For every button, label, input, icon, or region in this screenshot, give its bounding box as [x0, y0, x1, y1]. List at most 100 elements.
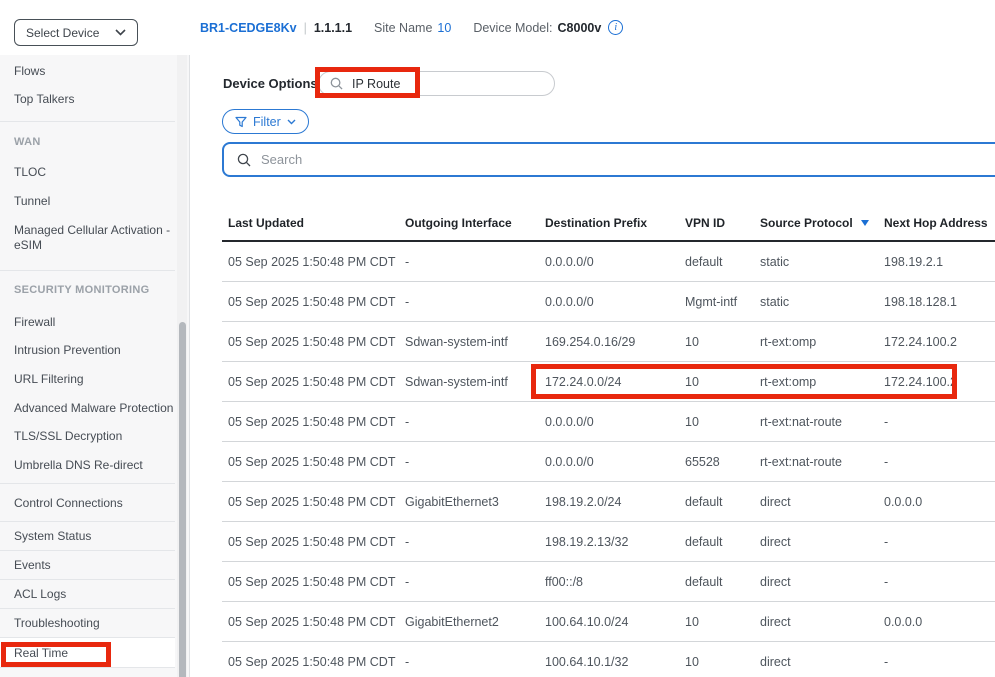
search-icon [330, 77, 343, 90]
sidebar-item-tloc[interactable]: TLOC [14, 165, 46, 179]
table-row: 05 Sep 2025 1:50:48 PM CDT - 0.0.0.0/0 1… [222, 402, 995, 442]
sidebar-item-managed-cellular-esim[interactable]: Managed Cellular Activation - eSIM [14, 223, 190, 253]
sidebar-section-security-monitoring: SECURITY MONITORING [14, 284, 149, 296]
sidebar-item-system-status[interactable]: System Status [0, 521, 175, 550]
sidebar-scrollbar-thumb[interactable] [179, 322, 186, 677]
sort-descending-icon [861, 220, 869, 226]
cell-last-updated: 05 Sep 2025 1:50:48 PM CDT [228, 415, 405, 429]
cell-last-updated: 05 Sep 2025 1:50:48 PM CDT [228, 295, 405, 309]
select-device-label: Select Device [26, 26, 99, 40]
cell-destination-prefix: 100.64.10.0/24 [545, 615, 685, 629]
cell-last-updated: 05 Sep 2025 1:50:48 PM CDT [228, 375, 405, 389]
sidebar-item-real-time[interactable]: Real Time [0, 637, 175, 667]
cell-outgoing-interface: GigabitEthernet2 [405, 615, 545, 629]
cell-vpn-id: default [685, 495, 760, 509]
cell-next-hop-address: 172.24.100.2 [884, 375, 995, 389]
cell-outgoing-interface: GigabitEthernet3 [405, 495, 545, 509]
device-options-search-input[interactable]: IP Route [318, 71, 555, 96]
cell-destination-prefix: 100.64.10.1/32 [545, 655, 685, 669]
cell-destination-prefix: ff00::/8 [545, 575, 685, 589]
cell-source-protocol: direct [760, 495, 884, 509]
top-header: Select Device BR1-CEDGE8Kv | 1.1.1.1 Sit… [0, 0, 995, 55]
cell-vpn-id: 10 [685, 375, 760, 389]
search-placeholder: Search [261, 152, 302, 167]
sidebar-item-advanced-malware-protection[interactable]: Advanced Malware Protection [14, 401, 173, 415]
table-header-row: Last Updated Outgoing Interface Destinat… [222, 205, 995, 242]
sidebar-item-intrusion-prevention[interactable]: Intrusion Prevention [14, 343, 121, 357]
device-model-label: Device Model: [473, 21, 552, 35]
cell-vpn-id: default [685, 575, 760, 589]
sidebar-item-firewall[interactable]: Firewall [14, 315, 55, 329]
info-icon[interactable]: i [608, 20, 623, 35]
cell-next-hop-address: 0.0.0.0 [884, 495, 995, 509]
cell-vpn-id: 10 [685, 415, 760, 429]
cell-destination-prefix: 169.254.0.16/29 [545, 335, 685, 349]
table-row: 05 Sep 2025 1:50:48 PM CDT - 0.0.0.0/0 M… [222, 282, 995, 322]
filter-button-label: Filter [253, 115, 281, 129]
sidebar-item-troubleshooting[interactable]: Troubleshooting [0, 608, 175, 637]
device-options-label: Device Options: [223, 76, 322, 91]
routes-table: Last Updated Outgoing Interface Destinat… [222, 205, 995, 677]
cell-destination-prefix: 198.19.2.0/24 [545, 495, 685, 509]
device-options-query: IP Route [352, 77, 400, 91]
sidebar-item-url-filtering[interactable]: URL Filtering [14, 372, 84, 386]
app-window: Select Device BR1-CEDGE8Kv | 1.1.1.1 Sit… [0, 0, 995, 677]
sidebar-item-flows[interactable]: Flows [14, 64, 45, 78]
cell-vpn-id: 65528 [685, 455, 760, 469]
sidebar-item-control-connections[interactable]: Control Connections [0, 483, 175, 521]
column-header-destination-prefix[interactable]: Destination Prefix [545, 216, 685, 230]
cell-vpn-id: Mgmt-intf [685, 295, 760, 309]
chevron-down-icon [287, 119, 296, 125]
cell-source-protocol: direct [760, 575, 884, 589]
cell-vpn-id: 10 [685, 655, 760, 669]
chevron-down-icon [115, 29, 126, 36]
select-device-dropdown[interactable]: Select Device [14, 19, 138, 46]
sidebar-item-tls-ssl-decryption[interactable]: TLS/SSL Decryption [14, 429, 122, 443]
filter-button[interactable]: Filter [222, 109, 309, 134]
sidebar: Flows Top Talkers WAN TLOC Tunnel Manage… [0, 55, 190, 677]
cell-outgoing-interface: - [405, 655, 545, 669]
cell-last-updated: 05 Sep 2025 1:50:48 PM CDT [228, 455, 405, 469]
cell-outgoing-interface: Sdwan-system-intf [405, 375, 545, 389]
cell-last-updated: 05 Sep 2025 1:50:48 PM CDT [228, 575, 405, 589]
column-header-next-hop-address[interactable]: Next Hop Address [884, 216, 995, 230]
device-info-bar: BR1-CEDGE8Kv | 1.1.1.1 Site Name 10 Devi… [200, 0, 623, 55]
cell-next-hop-address: - [884, 455, 995, 469]
cell-outgoing-interface: - [405, 295, 545, 309]
column-header-vpn-id[interactable]: VPN ID [685, 216, 760, 230]
table-row: 05 Sep 2025 1:50:48 PM CDT GigabitEthern… [222, 602, 995, 642]
column-header-last-updated[interactable]: Last Updated [228, 216, 405, 230]
sidebar-item-events[interactable]: Events [0, 550, 175, 579]
cell-source-protocol: direct [760, 655, 884, 669]
cell-outgoing-interface: - [405, 575, 545, 589]
cell-outgoing-interface: - [405, 255, 545, 269]
table-row: 05 Sep 2025 1:50:48 PM CDT - 198.19.2.13… [222, 522, 995, 562]
cell-destination-prefix: 0.0.0.0/0 [545, 415, 685, 429]
cell-source-protocol: rt-ext:omp [760, 375, 884, 389]
column-header-source-protocol[interactable]: Source Protocol [760, 216, 884, 230]
table-row: 05 Sep 2025 1:50:48 PM CDT - 100.64.10.1… [222, 642, 995, 677]
cell-next-hop-address: - [884, 535, 995, 549]
cell-last-updated: 05 Sep 2025 1:50:48 PM CDT [228, 255, 405, 269]
site-name-label: Site Name [374, 21, 432, 35]
cell-last-updated: 05 Sep 2025 1:50:48 PM CDT [228, 495, 405, 509]
table-search-input[interactable]: Search [222, 142, 995, 177]
cell-last-updated: 05 Sep 2025 1:50:48 PM CDT [228, 615, 405, 629]
cell-vpn-id: 10 [685, 335, 760, 349]
cell-source-protocol: rt-ext:nat-route [760, 415, 884, 429]
cell-destination-prefix: 0.0.0.0/0 [545, 295, 685, 309]
cell-next-hop-address: 172.24.100.2 [884, 335, 995, 349]
cell-source-protocol: direct [760, 615, 884, 629]
column-header-outgoing-interface[interactable]: Outgoing Interface [405, 216, 545, 230]
cell-outgoing-interface: Sdwan-system-intf [405, 335, 545, 349]
sidebar-item-tunnel[interactable]: Tunnel [14, 194, 50, 208]
sidebar-item-acl-logs[interactable]: ACL Logs [0, 579, 175, 608]
sidebar-item-umbrella-dns-redirect[interactable]: Umbrella DNS Re-direct [14, 458, 143, 472]
sidebar-divider [0, 121, 175, 122]
device-model-value: C8000v [558, 21, 602, 35]
device-name-link[interactable]: BR1-CEDGE8Kv [200, 21, 297, 35]
sidebar-divider [0, 667, 175, 668]
sidebar-item-top-talkers[interactable]: Top Talkers [14, 92, 74, 106]
cell-outgoing-interface: - [405, 535, 545, 549]
cell-next-hop-address: 0.0.0.0 [884, 615, 995, 629]
